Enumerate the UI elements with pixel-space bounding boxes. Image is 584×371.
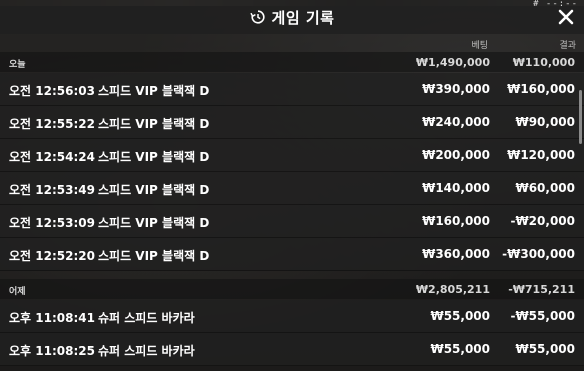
group-label: 오늘 (9, 60, 26, 70)
row-bet: ₩160,000 (422, 214, 490, 228)
row-bet: ₩240,000 (422, 115, 490, 129)
history-panel[interactable]: 베팅 결과 오늘 ₩1,490,000 ₩110,000 오전 12:56:03… (0, 34, 584, 371)
group-header-yesterday: 어제 ₩2,805,211 -₩715,211 (0, 279, 584, 299)
close-icon (558, 9, 574, 25)
row-result: -₩300,000 (502, 247, 575, 261)
group-label: 어제 (9, 287, 26, 297)
row-bet: ₩200,000 (422, 148, 490, 162)
column-result: 결과 (559, 41, 576, 51)
title-wrap: 게임 기록 (249, 7, 335, 28)
row-time: 오전 12:54:24 (9, 150, 95, 164)
row-bet: ₩55,000 (430, 309, 490, 323)
table-row[interactable]: 오전 12:55:22 스피드 VIP 블랙잭 D ₩240,000 ₩90,0… (0, 106, 584, 139)
row-game: 스피드 VIP 블랙잭 D (98, 117, 210, 131)
row-game: 스피드 VIP 블랙잭 D (98, 216, 210, 230)
table-row[interactable]: 오전 12:53:49 스피드 VIP 블랙잭 D ₩140,000 ₩60,0… (0, 172, 584, 205)
table-row[interactable]: 오후 11:08:25 슈퍼 스피드 바카라 ₩55,000 ₩55,000 (0, 333, 584, 366)
table-row[interactable]: 오전 12:53:09 스피드 VIP 블랙잭 D ₩160,000 -₩20,… (0, 205, 584, 238)
column-header: 베팅 결과 (0, 34, 584, 52)
row-game: 스피드 VIP 블랙잭 D (98, 150, 210, 164)
row-result: -₩20,000 (510, 214, 575, 228)
group-bet-total: ₩1,490,000 (415, 56, 490, 69)
row-game: 슈퍼 스피드 바카라 (98, 344, 195, 358)
row-time: 오전 12:53:49 (9, 183, 95, 197)
group-result-total: ₩110,000 (512, 56, 575, 69)
page-title: 게임 기록 (271, 8, 335, 27)
top-readout: # --:-- (533, 0, 578, 9)
table-row[interactable]: 오전 12:56:03 스피드 VIP 블랙잭 D ₩390,000 ₩160,… (0, 73, 584, 106)
table-row[interactable]: 오전 12:52:20 스피드 VIP 블랙잭 D ₩360,000 -₩300… (0, 238, 584, 271)
history-icon (249, 9, 266, 25)
row-game: 슈퍼 스피드 바카라 (98, 311, 195, 325)
column-bet: 베팅 (471, 41, 488, 51)
row-time: 오전 12:56:03 (9, 84, 95, 98)
row-result: ₩60,000 (515, 181, 575, 195)
row-time: 오전 12:55:22 (9, 117, 95, 131)
group-bet-total: ₩2,805,211 (415, 283, 490, 296)
row-game: 스피드 VIP 블랙잭 D (98, 249, 210, 263)
row-bet: ₩55,000 (430, 342, 490, 356)
group-header-today: 오늘 ₩1,490,000 ₩110,000 (0, 52, 584, 72)
row-game: 스피드 VIP 블랙잭 D (98, 84, 210, 98)
row-bet: ₩140,000 (422, 181, 490, 195)
row-bet: ₩360,000 (422, 247, 490, 261)
row-result: ₩120,000 (507, 148, 575, 162)
row-result: ₩90,000 (515, 115, 575, 129)
row-game: 스피드 VIP 블랙잭 D (98, 183, 210, 197)
row-result: ₩55,000 (515, 342, 575, 356)
row-time: 오전 12:53:09 (9, 216, 95, 230)
table-row[interactable]: 오전 12:54:24 스피드 VIP 블랙잭 D ₩200,000 ₩120,… (0, 139, 584, 172)
history-header: 게임 기록 # --:-- (0, 0, 584, 34)
row-result: -₩55,000 (510, 309, 575, 323)
group-result-total: -₩715,211 (508, 283, 575, 296)
row-time: 오전 12:52:20 (9, 249, 95, 263)
table-row[interactable]: 오후 11:08:41 슈퍼 스피드 바카라 ₩55,000 -₩55,000 (0, 300, 584, 333)
row-time: 오후 11:08:25 (9, 344, 95, 358)
scrollbar[interactable] (579, 90, 582, 144)
row-bet: ₩390,000 (422, 82, 490, 96)
row-result: ₩160,000 (507, 82, 575, 96)
row-time: 오후 11:08:41 (9, 311, 95, 325)
